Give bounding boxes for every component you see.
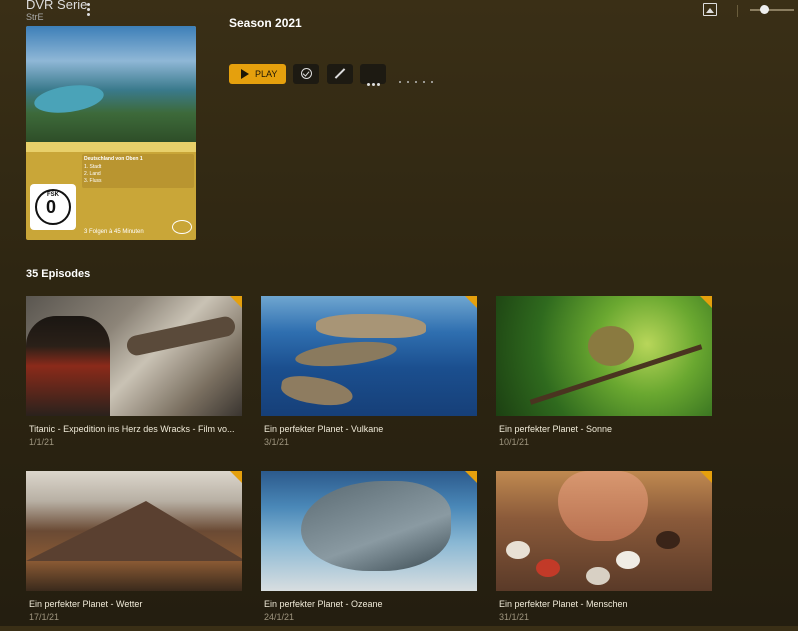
poster-size-slider-handle[interactable] — [760, 5, 769, 14]
thumb-detail — [588, 326, 634, 366]
episode-card[interactable]: Ein perfekter Planet - Ozeane 24/1/21 — [261, 471, 477, 631]
poster-info-item: 1. Stadt — [84, 164, 102, 170]
check-circle-icon — [301, 68, 312, 79]
episode-date: 17/1/21 — [29, 612, 60, 622]
poster-info-item: 3. Fluss — [84, 178, 102, 184]
broadcaster-logo — [172, 220, 192, 234]
more-horizontal-icon — [367, 73, 382, 91]
poster-footer-text: 3 Folgen à 45 Minuten — [84, 229, 144, 235]
season-poster[interactable]: Deutschland von Oben 1 1. Stadt 2. Land … — [26, 26, 196, 240]
episode-card[interactable]: Ein perfekter Planet - Menschen 31/1/21 — [496, 471, 712, 631]
play-button-label: PLAY — [255, 69, 278, 79]
unwatched-indicator — [230, 296, 242, 308]
episode-title[interactable]: Ein perfekter Planet - Wetter — [29, 599, 241, 609]
episode-date: 1/1/21 — [29, 437, 55, 447]
episode-card[interactable]: Titanic - Expedition ins Herz des Wracks… — [26, 296, 242, 456]
top-bar: DVR Serie StrE — [0, 0, 798, 26]
age-rating-badge: FSK 0 — [30, 184, 76, 230]
thumb-detail — [279, 373, 355, 409]
thumb-detail — [656, 531, 680, 549]
episode-thumbnail[interactable] — [496, 471, 712, 591]
age-rating-value: 0 — [46, 197, 57, 217]
episode-thumbnail[interactable] — [26, 296, 242, 416]
episode-thumbnail[interactable] — [261, 296, 477, 416]
mark-watched-button[interactable] — [293, 64, 319, 84]
unwatched-indicator — [700, 471, 712, 483]
image-icon[interactable] — [703, 3, 717, 16]
unwatched-indicator — [465, 296, 477, 308]
poster-info-title: Deutschland von Oben 1 — [84, 156, 143, 162]
unwatched-indicator — [230, 471, 242, 483]
episode-title[interactable]: Titanic - Expedition ins Herz des Wracks… — [29, 424, 241, 434]
thumb-detail — [26, 316, 110, 416]
episode-date: 31/1/21 — [499, 612, 530, 622]
more-vertical-icon[interactable] — [86, 3, 92, 17]
episode-thumbnail[interactable] — [261, 471, 477, 591]
thumb-detail — [125, 314, 237, 358]
thumb-detail — [558, 471, 648, 541]
episode-title[interactable]: Ein perfekter Planet - Sonne — [499, 424, 711, 434]
thumb-detail — [586, 567, 610, 585]
episode-title[interactable]: Ein perfekter Planet - Ozeane — [264, 599, 476, 609]
episode-date: 3/1/21 — [264, 437, 290, 447]
episode-title[interactable]: Ein perfekter Planet - Vulkane — [264, 424, 476, 434]
episodes-heading: 35 Episodes — [26, 268, 91, 280]
thumb-detail — [301, 481, 451, 571]
episode-card[interactable]: Ein perfekter Planet - Vulkane 3/1/21 — [261, 296, 477, 456]
unwatched-indicator — [465, 471, 477, 483]
library-subtitle: StrE — [26, 12, 44, 22]
thumb-detail — [316, 314, 426, 338]
poster-info-list: 1. Stadt 2. Land 3. Fluss — [84, 164, 102, 185]
thumb-detail — [536, 559, 560, 577]
episode-date: 10/1/21 — [499, 437, 530, 447]
poster-info-item: 2. Land — [84, 171, 101, 177]
rating-dots[interactable] — [399, 70, 439, 88]
episode-thumbnail[interactable] — [26, 471, 242, 591]
poster-landscape-image — [26, 26, 196, 142]
episode-title[interactable]: Ein perfekter Planet - Menschen — [499, 599, 711, 609]
library-title[interactable]: DVR Serie — [26, 0, 87, 12]
play-button[interactable]: PLAY — [229, 64, 286, 84]
thumb-detail — [26, 501, 242, 561]
poster-size-slider[interactable] — [750, 9, 794, 11]
episode-card[interactable]: Ein perfekter Planet - Wetter 17/1/21 — [26, 471, 242, 631]
episode-card[interactable]: Ein perfekter Planet - Sonne 10/1/21 — [496, 296, 712, 456]
thumb-detail — [294, 337, 398, 371]
poster-band — [26, 142, 196, 152]
divider — [737, 5, 738, 17]
thumb-detail — [616, 551, 640, 569]
pencil-icon — [334, 68, 346, 79]
season-title: Season 2021 — [229, 16, 302, 30]
edit-button[interactable] — [327, 64, 353, 84]
episode-date: 24/1/21 — [264, 612, 295, 622]
unwatched-indicator — [700, 296, 712, 308]
episode-thumbnail[interactable] — [496, 296, 712, 416]
play-icon — [241, 69, 249, 79]
more-actions-button[interactable] — [360, 64, 386, 86]
thumb-detail — [506, 541, 530, 559]
